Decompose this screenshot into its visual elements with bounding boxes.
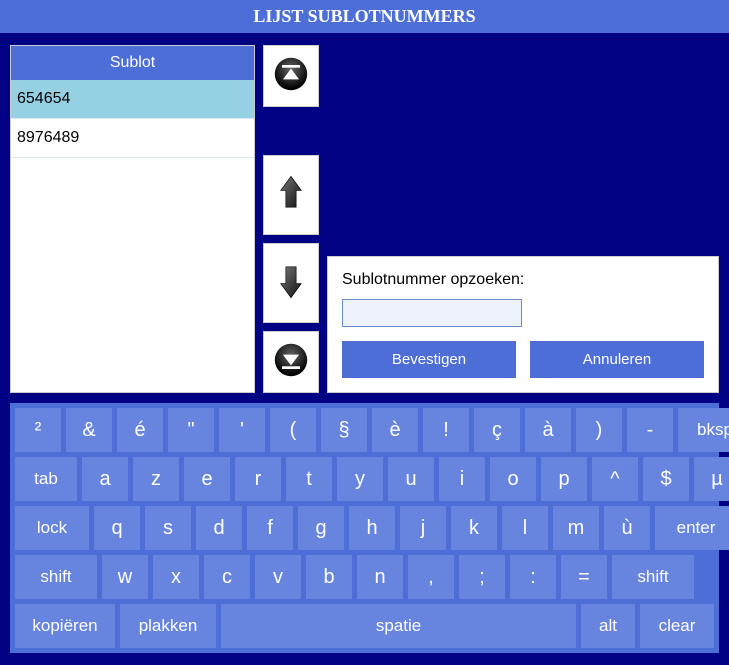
key[interactable]: & (66, 408, 112, 452)
key[interactable]: µ (694, 457, 729, 501)
onscreen-keyboard: ² & é " ' ( § è ! ç à ) - bksp tab a z e… (10, 403, 719, 653)
key-tab[interactable]: tab (15, 457, 77, 501)
key[interactable]: y (337, 457, 383, 501)
key-lock[interactable]: lock (15, 506, 89, 550)
nav-buttons (263, 45, 319, 393)
key-shift-right[interactable]: shift (612, 555, 694, 599)
confirm-button[interactable]: Bevestigen (342, 341, 516, 378)
key[interactable]: - (627, 408, 673, 452)
key-paste[interactable]: plakken (120, 604, 216, 648)
key[interactable]: k (451, 506, 497, 550)
key[interactable]: p (541, 457, 587, 501)
key[interactable]: è (372, 408, 418, 452)
key[interactable]: w (102, 555, 148, 599)
kb-row-1: ² & é " ' ( § è ! ç à ) - bksp (15, 408, 714, 452)
arrow-down-icon (273, 263, 309, 304)
key[interactable]: ² (15, 408, 61, 452)
scroll-down-button[interactable] (263, 243, 319, 323)
key[interactable]: ù (604, 506, 650, 550)
list-item[interactable]: 654654 (11, 80, 254, 119)
search-panel: Sublotnummer opzoeken: Bevestigen Annule… (327, 256, 719, 393)
key[interactable]: h (349, 506, 395, 550)
key-copy[interactable]: kopiëren (15, 604, 115, 648)
key[interactable]: g (298, 506, 344, 550)
key[interactable]: z (133, 457, 179, 501)
arrow-up-icon (273, 175, 309, 216)
kb-row-3: lock q s d f g h j k l m ù enter (15, 506, 714, 550)
key[interactable]: a (82, 457, 128, 501)
main-area: Sublot 654654 8976489 (0, 33, 729, 403)
key[interactable]: ) (576, 408, 622, 452)
key[interactable]: f (247, 506, 293, 550)
key-backspace[interactable]: bksp (678, 408, 729, 452)
key[interactable]: $ (643, 457, 689, 501)
key[interactable]: e (184, 457, 230, 501)
kb-row-4: shift w x c v b n , ; : = shift (15, 555, 714, 599)
key[interactable]: " (168, 408, 214, 452)
key[interactable]: x (153, 555, 199, 599)
key-shift-left[interactable]: shift (15, 555, 97, 599)
key[interactable]: o (490, 457, 536, 501)
key[interactable]: r (235, 457, 281, 501)
key-clear[interactable]: clear (640, 604, 714, 648)
scroll-up-button[interactable] (263, 155, 319, 235)
key[interactable]: c (204, 555, 250, 599)
scroll-top-button[interactable] (263, 45, 319, 107)
key[interactable]: ' (219, 408, 265, 452)
key[interactable]: ; (459, 555, 505, 599)
list-item[interactable]: 8976489 (11, 119, 254, 158)
scroll-top-icon (273, 56, 309, 97)
scroll-bottom-button[interactable] (263, 331, 319, 393)
key[interactable]: m (553, 506, 599, 550)
search-label: Sublotnummer opzoeken: (342, 271, 704, 289)
key[interactable]: ( (270, 408, 316, 452)
key[interactable]: s (145, 506, 191, 550)
key[interactable]: = (561, 555, 607, 599)
key[interactable]: l (502, 506, 548, 550)
key[interactable]: b (306, 555, 352, 599)
key[interactable]: ! (423, 408, 469, 452)
key[interactable]: § (321, 408, 367, 452)
key-enter[interactable]: enter (655, 506, 729, 550)
key[interactable]: v (255, 555, 301, 599)
key[interactable]: i (439, 457, 485, 501)
key-space[interactable]: spatie (221, 604, 576, 648)
kb-row-2: tab a z e r t y u i o p ^ $ µ (15, 457, 714, 501)
key[interactable]: u (388, 457, 434, 501)
list-header: Sublot (11, 46, 254, 80)
key[interactable]: q (94, 506, 140, 550)
key[interactable]: à (525, 408, 571, 452)
page-title: LIJST SUBLOTNUMMERS (0, 0, 729, 33)
kb-row-5: kopiëren plakken spatie alt clear (15, 604, 714, 648)
scroll-bottom-icon (273, 342, 309, 383)
key[interactable]: , (408, 555, 454, 599)
key[interactable]: t (286, 457, 332, 501)
key[interactable]: ç (474, 408, 520, 452)
key[interactable]: n (357, 555, 403, 599)
key[interactable]: é (117, 408, 163, 452)
sublot-list: Sublot 654654 8976489 (10, 45, 255, 393)
search-input[interactable] (342, 299, 522, 327)
key[interactable]: ^ (592, 457, 638, 501)
cancel-button[interactable]: Annuleren (530, 341, 704, 378)
key[interactable]: j (400, 506, 446, 550)
key-alt[interactable]: alt (581, 604, 635, 648)
key[interactable]: d (196, 506, 242, 550)
key[interactable]: : (510, 555, 556, 599)
